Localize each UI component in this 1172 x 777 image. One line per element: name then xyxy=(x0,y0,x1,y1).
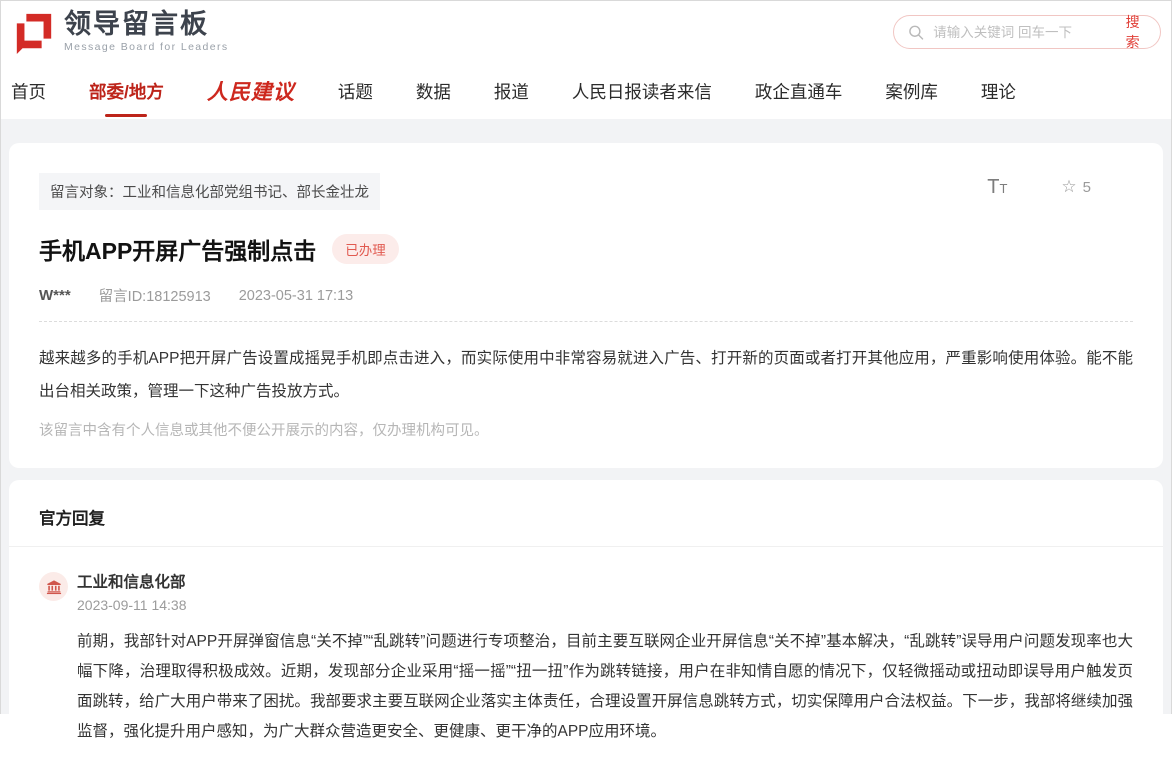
site-header: 领导留言板 Message Board for Leaders 搜索 xyxy=(1,1,1171,63)
message-id: 留言ID:18125913 xyxy=(99,285,211,306)
message-meta: W*** 留言ID:18125913 2023-05-31 17:13 xyxy=(39,285,1133,306)
reply-body: 前期，我部针对APP开屏弹窗信息“关不掉”“乱跳转”问题进行专项整治，目前主要互… xyxy=(77,627,1133,747)
message-datetime: 2023-05-31 17:13 xyxy=(239,288,354,304)
nav-item-data[interactable]: 数据 xyxy=(416,79,451,104)
reply-agency-name: 工业和信息化部 xyxy=(77,570,1133,592)
main-nav: 首页 部委/地方 人民建议 话题 数据 报道 人民日报读者来信 政企直通车 案例… xyxy=(1,63,1171,119)
official-reply-card: 官方回复 工业和信息化部 2023-09-11 14:38 前期，我部针对APP… xyxy=(9,480,1163,777)
search-box[interactable]: 搜索 xyxy=(893,15,1161,49)
message-title: 手机APP开屏广告强制点击 xyxy=(39,232,316,266)
government-building-icon xyxy=(46,579,62,595)
star-icon: ☆ xyxy=(1061,177,1076,197)
reply-item: 工业和信息化部 2023-09-11 14:38 前期，我部针对APP开屏弹窗信… xyxy=(9,547,1163,777)
privacy-note: 该留言中含有个人信息或其他不便公开展示的内容，仅办理机构可见。 xyxy=(39,419,1133,440)
search-icon xyxy=(908,24,924,41)
dashed-divider xyxy=(39,321,1133,322)
nav-item-theory[interactable]: 理论 xyxy=(981,79,1016,104)
logo-text: 领导留言板 Message Board for Leaders xyxy=(64,11,229,53)
message-author: W*** xyxy=(39,287,71,304)
site-logo[interactable]: 领导留言板 Message Board for Leaders xyxy=(13,10,229,54)
nav-item-case-library[interactable]: 案例库 xyxy=(885,79,938,104)
logo-title: 领导留言板 xyxy=(64,11,229,38)
nav-item-reports[interactable]: 报道 xyxy=(494,79,529,104)
font-size-toggle[interactable]: TT xyxy=(987,177,1007,197)
agency-avatar xyxy=(39,572,68,601)
nav-item-gov-enterprise[interactable]: 政企直通车 xyxy=(755,79,843,104)
favorite-control[interactable]: ☆ 5 xyxy=(1061,177,1091,197)
logo-icon xyxy=(13,10,55,54)
status-badge: 已办理 xyxy=(332,234,399,264)
reply-datetime: 2023-09-11 14:38 xyxy=(77,597,1133,613)
logo-subtitle: Message Board for Leaders xyxy=(64,41,229,53)
nav-item-topics[interactable]: 话题 xyxy=(338,79,373,104)
message-target-chip: 留言对象：工业和信息化部党组书记、部长金壮龙 xyxy=(39,173,380,210)
page-background: 留言对象：工业和信息化部党组书记、部长金壮龙 TT ☆ 5 手机APP开屏广告强… xyxy=(1,119,1171,714)
nav-item-people-suggestions[interactable]: 人民建议 xyxy=(207,76,295,106)
nav-item-ministries-local[interactable]: 部委/地方 xyxy=(89,79,164,104)
favorite-count: 5 xyxy=(1083,179,1091,196)
search-button[interactable]: 搜索 xyxy=(1119,12,1146,52)
nav-item-reader-letters[interactable]: 人民日报读者来信 xyxy=(572,79,712,104)
message-card: 留言对象：工业和信息化部党组书记、部长金壮龙 TT ☆ 5 手机APP开屏广告强… xyxy=(9,143,1163,468)
search-input[interactable] xyxy=(933,25,1110,40)
message-body: 越来越多的手机APP把开屏广告设置成摇晃手机即点击进入，而实际使用中非常容易就进… xyxy=(39,342,1133,408)
reply-section-title: 官方回复 xyxy=(9,480,1163,547)
nav-item-home[interactable]: 首页 xyxy=(11,79,46,104)
message-tools: TT ☆ 5 xyxy=(987,177,1091,197)
